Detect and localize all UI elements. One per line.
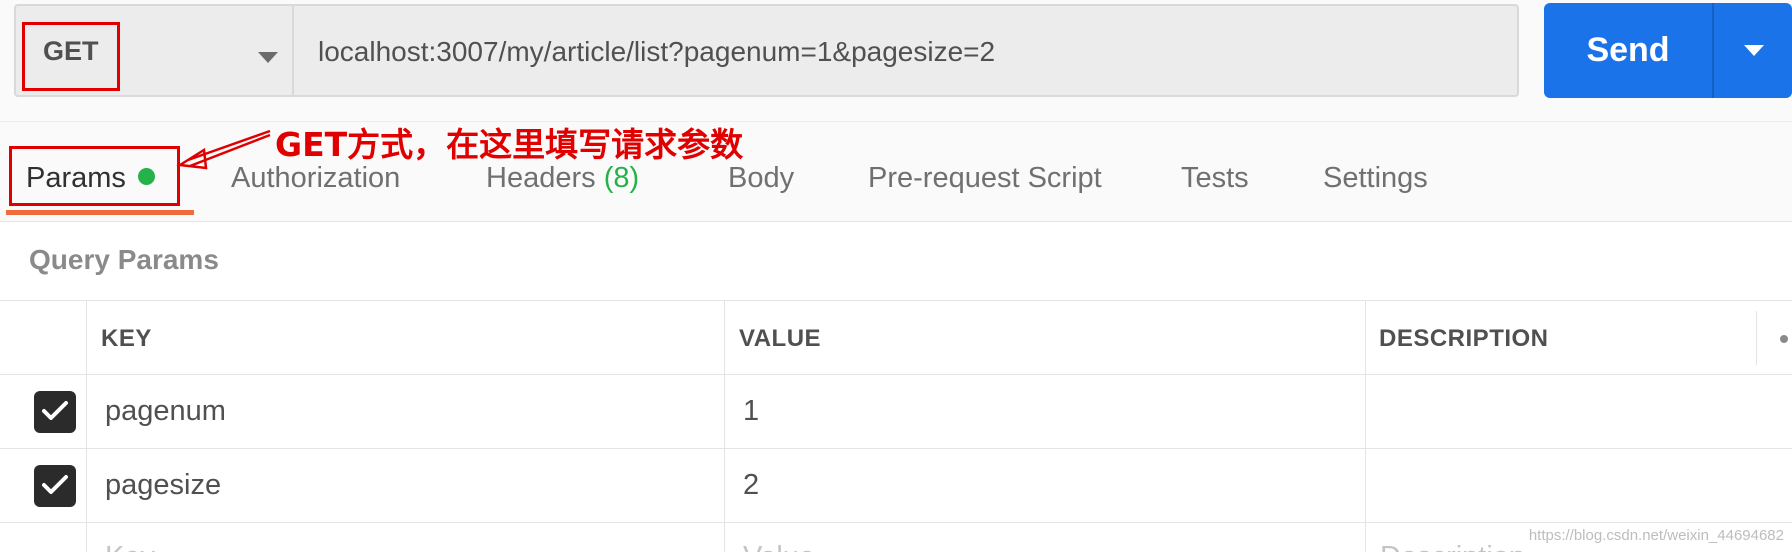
new-param-row: Key Value Description: [0, 523, 1792, 552]
active-tab-underline: [6, 210, 194, 215]
tab-headers-label: Headers: [486, 162, 596, 194]
annotation-note: GET方式，在这里填写请求参数: [275, 125, 744, 164]
table-row: pagesize 2: [0, 449, 1792, 523]
query-params-title: Query Params: [29, 244, 219, 275]
url-input[interactable]: localhost:3007/my/article/list?pagenum=1…: [292, 4, 1519, 97]
more-options-icon[interactable]: [1780, 335, 1788, 343]
table-header-row: KEY VALUE DESCRIPTION: [0, 301, 1792, 375]
send-button[interactable]: Send: [1544, 3, 1712, 98]
headers-count-badge: (8): [603, 162, 640, 194]
tab-settings[interactable]: Settings: [1323, 162, 1428, 195]
column-header-value: VALUE: [739, 325, 822, 352]
table-row: pagenum 1: [0, 375, 1792, 449]
param-key[interactable]: pagenum: [105, 395, 226, 428]
params-table: KEY VALUE DESCRIPTION pagenum 1 pagesize…: [0, 300, 1792, 552]
key-placeholder[interactable]: Key: [105, 541, 155, 552]
row-enabled-checkbox[interactable]: [34, 465, 76, 507]
value-placeholder[interactable]: Value: [743, 541, 815, 552]
check-icon: [42, 401, 68, 420]
column-header-description: DESCRIPTION: [1379, 325, 1549, 352]
chevron-down-icon: [1744, 45, 1764, 56]
param-value[interactable]: 2: [743, 469, 759, 502]
param-value[interactable]: 1: [743, 395, 759, 428]
annotation-arrow-icon: [176, 129, 271, 170]
tab-pre-request-script[interactable]: Pre-request Script: [868, 162, 1102, 195]
tab-body[interactable]: Body: [728, 162, 794, 195]
tab-tests[interactable]: Tests: [1181, 162, 1249, 195]
tab-headers[interactable]: Headers (8): [486, 162, 639, 195]
column-header-key: KEY: [101, 325, 152, 352]
param-key[interactable]: pagesize: [105, 469, 221, 502]
query-params-section: Query Params KEY VALUE DESCRIPTION pagen…: [0, 222, 1792, 552]
check-icon: [42, 475, 68, 494]
url-text: localhost:3007/my/article/list?pagenum=1…: [318, 36, 996, 67]
watermark: https://blog.csdn.net/weixin_44694682: [1528, 527, 1784, 544]
send-dropdown-button[interactable]: [1712, 3, 1792, 98]
row-enabled-checkbox[interactable]: [34, 391, 76, 433]
description-placeholder[interactable]: Description: [1380, 541, 1525, 552]
